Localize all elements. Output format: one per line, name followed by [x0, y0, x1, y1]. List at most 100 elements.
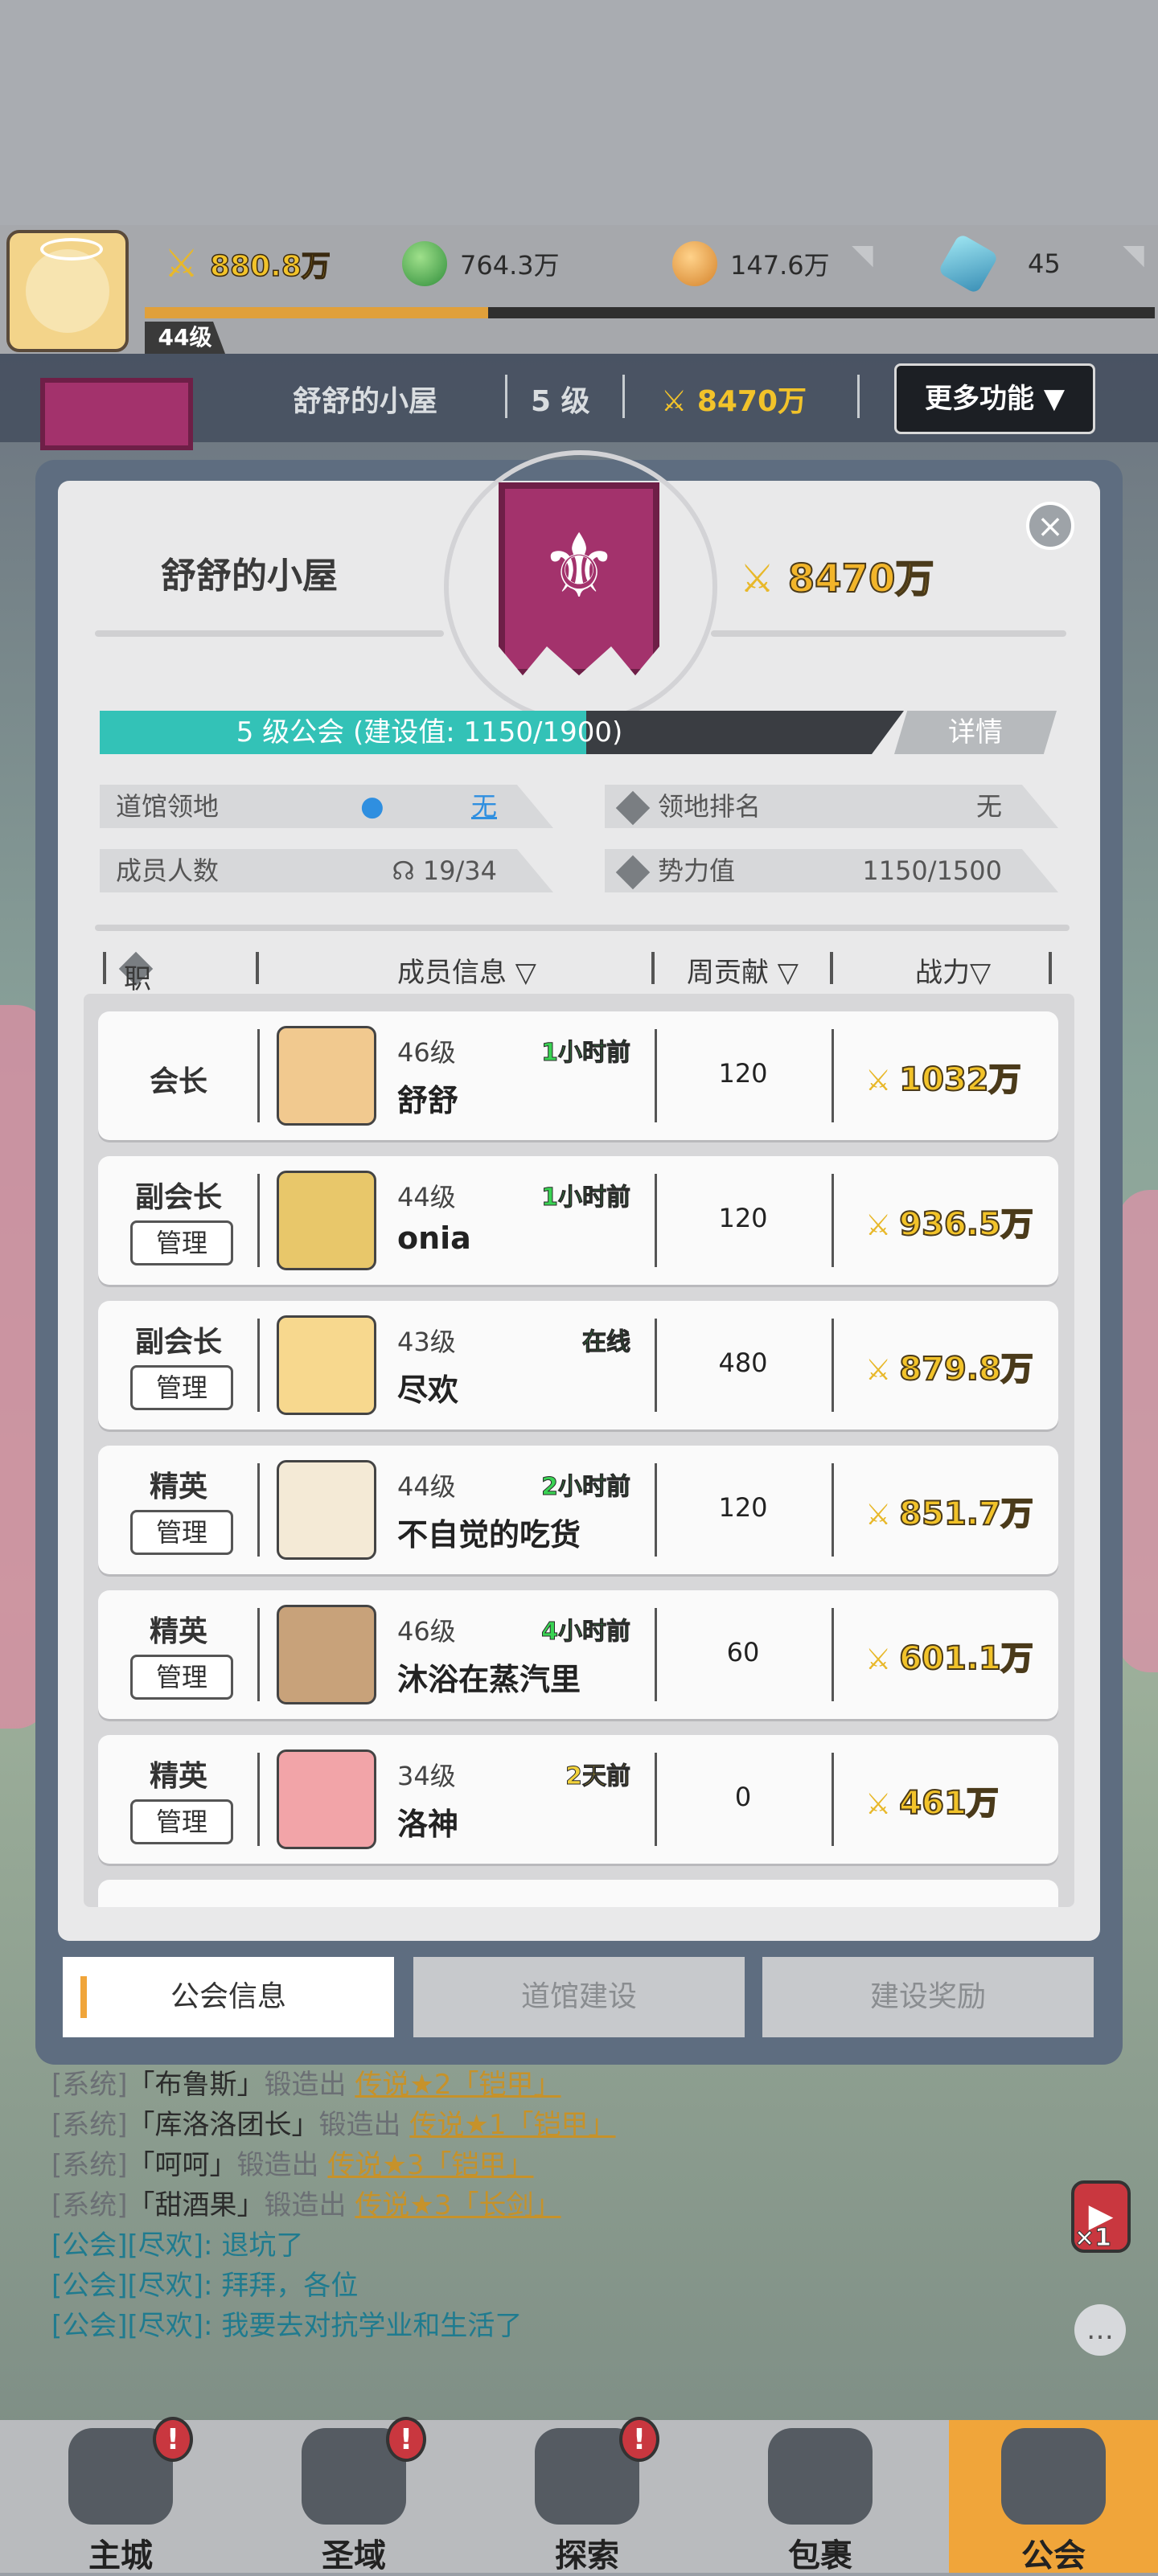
chat-player[interactable]: 「库洛洛团长」	[128, 2109, 319, 2141]
help-icon[interactable]	[615, 855, 651, 890]
member-weekly-contribution: 120	[718, 1492, 768, 1523]
video-multiplier: ×1	[1074, 2224, 1112, 2253]
nav-icon	[768, 2428, 873, 2525]
chat-action: 锻造出	[264, 2189, 347, 2221]
location-pin-icon: ●	[360, 790, 384, 822]
more-functions-button[interactable]: 更多功能 ▼	[894, 363, 1095, 434]
member-avatar[interactable]	[277, 1315, 376, 1415]
member-name: 沐浴在蒸汽里	[397, 1662, 581, 1697]
member-list[interactable]: 会长 46级 舒舒 1小时前 120 ⚔ 1032万 副会长 管理 44级 onia 1小时前 120 ⚔…	[84, 994, 1074, 1907]
nav-label: 圣域	[322, 2537, 386, 2574]
member-power-value: 936.5万	[898, 1205, 1034, 1244]
table-row[interactable]: 精英 管理 34级 洛神 2天前 0 ⚔ 461万	[98, 1735, 1058, 1864]
member-power: ⚔ 461万	[865, 1777, 1000, 1823]
add-gem-button[interactable]: +	[1123, 246, 1144, 268]
close-button[interactable]: ×	[1026, 502, 1074, 550]
chat-player[interactable]: 「甜酒果」	[128, 2189, 265, 2221]
sword-power-icon: ⚔	[865, 1788, 892, 1821]
chat-action: 锻造出	[318, 2109, 401, 2141]
player-avatar[interactable]	[6, 230, 129, 352]
nav-item[interactable]: 圣域!	[249, 2417, 458, 2574]
nav-item[interactable]: 包裹	[716, 2420, 925, 2574]
power-column-header[interactable]: 战力▽	[915, 950, 991, 990]
manage-button[interactable]: 管理	[130, 1220, 233, 1265]
detail-button[interactable]: 详情	[894, 711, 1057, 754]
chat-player[interactable]: 「布鲁斯」	[128, 2069, 265, 2101]
column-separator	[103, 952, 106, 984]
members-value: ☊ 19/34	[392, 849, 497, 892]
fleur-de-lis-icon: ⚜	[539, 515, 619, 617]
column-separator	[832, 1319, 834, 1412]
panel-guild-name: 舒舒的小屋	[161, 556, 338, 597]
chat-item-link[interactable]: 传说★1「铠甲」	[409, 2109, 615, 2141]
tab-guild-info[interactable]: 公会信息	[63, 1957, 394, 2037]
add-coin-button[interactable]: +	[852, 246, 873, 268]
rank-value: 无	[975, 791, 1002, 822]
notification-badge: !	[619, 2417, 659, 2462]
member-avatar[interactable]	[277, 1460, 376, 1560]
header-guild-name: 舒舒的小屋	[293, 385, 438, 418]
member-avatar[interactable]	[277, 1171, 376, 1270]
member-status: 4小时前	[541, 1618, 631, 1647]
table-row[interactable]: 精英 管理 44级 不自觉的吃货 2小时前 120 ⚔ 851.7万	[98, 1446, 1058, 1574]
table-row[interactable]: 精英 管理 46级 沐浴在蒸汽里 4小时前 60 ⚔ 601.1万	[98, 1590, 1058, 1719]
nav-item[interactable]: 探索!	[482, 2417, 692, 2574]
chat-icon[interactable]: …	[1074, 2304, 1126, 2356]
member-name: 尽欢	[397, 1372, 459, 1408]
member-avatar[interactable]	[277, 1026, 376, 1126]
manage-button[interactable]: 管理	[130, 1365, 233, 1410]
blue-gem-icon	[937, 232, 1000, 295]
help-icon[interactable]	[615, 790, 651, 826]
tab-gym-construction[interactable]: 道馆建设	[413, 1957, 745, 2037]
column-separator	[256, 952, 259, 984]
nav-item[interactable]: 公会	[949, 2420, 1158, 2574]
member-weekly-contribution: 60	[726, 1637, 760, 1667]
member-role: 副会长	[134, 1326, 222, 1359]
chat-item-link[interactable]: 传说★3「长剑」	[355, 2189, 561, 2221]
gem-value: 45	[1028, 248, 1061, 279]
power-value: 880.8万	[209, 249, 331, 284]
member-avatar[interactable]	[277, 1749, 376, 1849]
sword-power-icon: ⚔	[661, 385, 688, 418]
table-row[interactable]	[98, 1880, 1058, 1907]
chat-item-link[interactable]: 传说★2「铠甲」	[355, 2069, 561, 2101]
nav-item[interactable]: 主城!	[16, 2417, 225, 2574]
member-level: 34级	[397, 1761, 456, 1791]
member-power-value: 851.7万	[898, 1495, 1034, 1533]
member-power: ⚔ 1032万	[865, 1053, 1022, 1100]
member-avatar[interactable]	[277, 1605, 376, 1704]
guild-level-text: 5 级公会 (建设值: 1150/1900)	[236, 716, 623, 749]
member-name: 不自觉的吃货	[397, 1517, 581, 1553]
member-level: 43级	[397, 1327, 456, 1357]
weekly-contribution-column-header[interactable]: 周贡献 ▽	[687, 950, 799, 990]
column-separator	[257, 1029, 260, 1122]
column-separator	[257, 1319, 260, 1412]
territory-value[interactable]: 无	[471, 785, 497, 828]
tab-construction-rewards[interactable]: 建设奖励	[762, 1957, 1094, 2037]
member-weekly-contribution: 120	[718, 1203, 768, 1233]
manage-button[interactable]: 管理	[130, 1799, 233, 1844]
chat-line: [系统]「库洛洛团长」锻造出 传说★1「铠甲」	[51, 2105, 615, 2145]
manage-button[interactable]: 管理	[130, 1510, 233, 1555]
table-row[interactable]: 会长 46级 舒舒 1小时前 120 ⚔ 1032万	[98, 1011, 1058, 1140]
table-row[interactable]: 副会长 管理 44级 onia 1小时前 120 ⚔ 936.5万	[98, 1156, 1058, 1285]
chat-player[interactable]: 「呵呵」	[128, 2149, 237, 2181]
chat-action: 锻造出	[264, 2069, 347, 2101]
rank-label: 领地排名	[658, 791, 762, 822]
member-info-column-header[interactable]: 成员信息 ▽	[397, 950, 536, 990]
chat-item-link[interactable]: 传说★3「铠甲」	[327, 2149, 533, 2181]
player-level: 44级	[145, 322, 225, 354]
gem-resource: 45 +	[937, 232, 1144, 295]
member-weekly-contribution: 120	[718, 1058, 768, 1089]
headset-icon: ☊	[392, 855, 415, 886]
manage-button[interactable]: 管理	[130, 1655, 233, 1700]
member-power: ⚔ 601.1万	[865, 1632, 1034, 1679]
member-status: 1小时前	[541, 1039, 631, 1068]
nav-label: 主城	[88, 2537, 153, 2574]
sword-power-icon: ⚔	[740, 556, 775, 601]
header-guild-power-value: 8470万	[696, 385, 807, 418]
header-guild-level: 5 级	[531, 385, 590, 418]
table-row[interactable]: 副会长 管理 43级 尽欢 在线 480 ⚔ 879.8万	[98, 1301, 1058, 1430]
member-weekly-contribution: 0	[734, 1782, 752, 1812]
column-separator	[1049, 952, 1052, 984]
